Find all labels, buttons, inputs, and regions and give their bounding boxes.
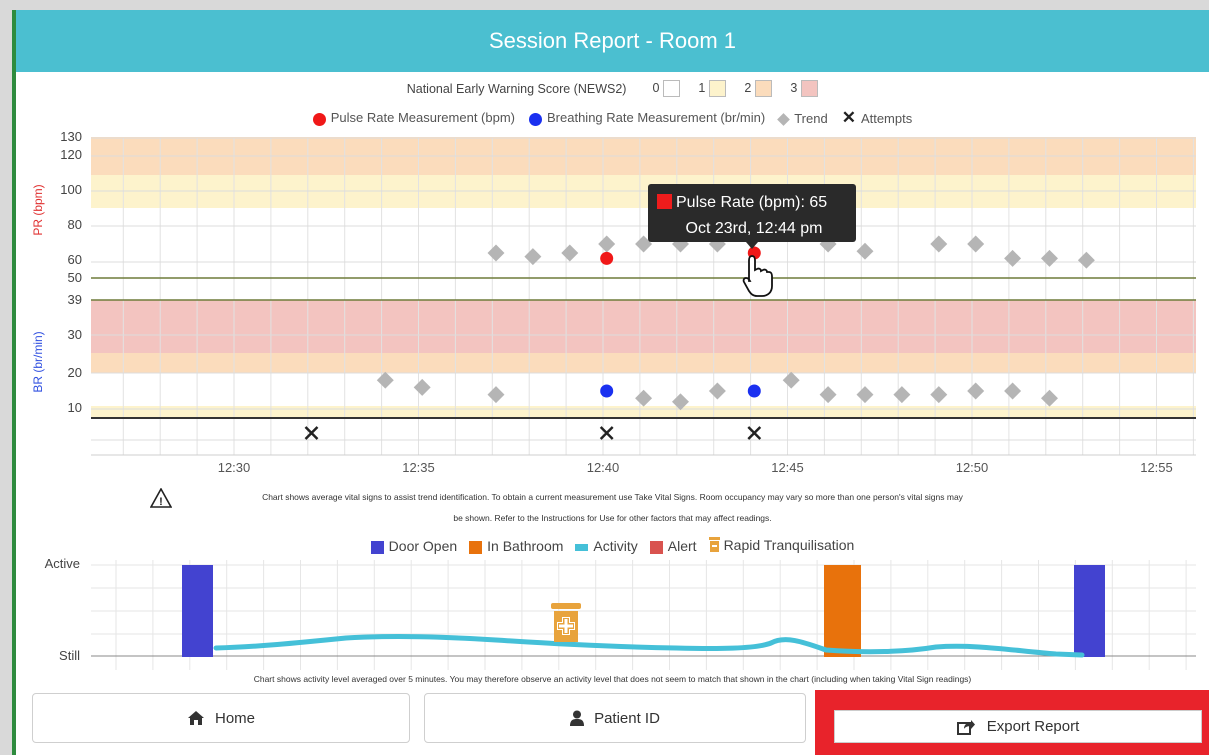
time-tick-label: 12:35 [402,460,435,475]
pr-tick-labels: 130 120 100 80 60 50 [60,129,82,285]
pr-trend-point[interactable] [598,235,616,253]
br-trend-point[interactable] [856,386,874,404]
measurement-tooltip: Pulse Rate (bpm): 65 Oct 23rd, 12:44 pm [648,184,856,249]
door-open-swatch [370,540,384,554]
patient-id-button-label: Patient ID [594,709,660,727]
activity-axis-active: Active [45,556,80,571]
alert-swatch [649,540,663,554]
br-trend-point[interactable] [893,386,911,404]
legend-rapid[interactable]: Rapid Tranquilisation [708,537,855,555]
pr-trend-point[interactable] [1077,251,1095,269]
time-tick-label: 12:40 [587,460,620,475]
br-trend-point[interactable] [1041,389,1058,407]
activity-legend: Door Open In Bathroom Activity Alert Rap… [16,537,1209,555]
br-tick-label: 10 [68,400,82,415]
rapid-tranquilisation-marker [551,603,581,642]
br-tick-label: 30 [68,327,82,342]
in-bathroom-bar [824,565,861,657]
br-measurement-point[interactable] [747,384,761,398]
br-tick-labels: 39 30 20 10 [68,292,82,415]
tooltip-date: Oct 23rd, 12:44 pm [686,220,823,237]
br-trend-point[interactable] [1004,382,1022,400]
door-open-bar [182,565,213,657]
vitals-chart[interactable]: PR (bpm) BR (br/min) 130 120 100 80 60 5… [16,10,1209,490]
export-highlight: Export Report [815,690,1209,755]
pr-trend-point[interactable] [487,244,505,262]
pr-tick-label: 130 [60,129,82,144]
home-icon [187,711,204,725]
time-tick-label: 12:50 [956,460,989,475]
pr-trend-point[interactable] [1041,249,1058,267]
legend-in-bathroom-label: In Bathroom [487,538,564,555]
legend-door-open-label: Door Open [388,538,458,555]
pr-trend-point[interactable] [930,235,948,253]
export-report-button-label: Export Report [986,718,1080,735]
pr-trend-point[interactable] [1004,249,1022,267]
br-band-score2 [91,353,1196,373]
pill-bottle-icon [708,537,720,555]
br-tick-label: 39 [68,292,82,307]
patient-id-button[interactable]: Patient ID [424,693,806,743]
time-tick-label: 12:45 [771,460,804,475]
pr-measurement-point[interactable] [600,251,614,265]
in-bathroom-swatch [469,540,483,554]
vitals-note-line2: be shown. Refer to the Instructions for … [453,513,772,523]
pr-tick-label: 50 [68,270,82,285]
legend-in-bathroom[interactable]: In Bathroom [469,538,563,554]
br-band-score3 [91,300,1196,353]
br-trend-point[interactable] [708,382,726,400]
time-tick-label: 12:30 [218,460,251,475]
attempt-marker[interactable] [747,426,762,440]
activity-chart[interactable]: Active Still [16,555,1209,685]
activity-note: Chart shows activity level averaged over… [253,674,972,684]
legend-alert-label: Alert [667,538,697,555]
br-tick-label: 20 [68,365,82,380]
legend-rapid-label: Rapid Tranquilisation [723,537,855,553]
vitals-note-line1: Chart shows average vital signs to assis… [262,492,963,502]
door-open-bar [1074,565,1105,657]
time-tick-labels: 12:30 12:35 12:40 12:45 12:50 12:55 [218,460,1173,475]
legend-activity[interactable]: Activity [575,538,638,555]
pr-tick-label: 60 [68,252,82,267]
attempt-marker[interactable] [304,426,319,440]
legend-alert[interactable]: Alert [649,538,697,555]
br-trend-point[interactable] [819,386,837,404]
br-band-score1-low [91,406,1196,418]
time-tick-label: 12:55 [1140,460,1173,475]
pr-trend-point[interactable] [967,235,985,253]
br-trend-point[interactable] [413,378,431,396]
legend-door-open[interactable]: Door Open [370,538,458,555]
pr-trend-point[interactable] [856,242,874,260]
attempt-marker[interactable] [599,426,614,440]
br-trend-point[interactable] [635,389,653,407]
pr-tick-label: 120 [60,147,82,162]
br-measurement-point[interactable] [600,384,614,398]
pr-axis-label: PR (bpm) [31,184,45,235]
activity-line [213,634,1085,658]
br-trend-point[interactable] [967,382,985,400]
pr-tick-label: 100 [60,182,82,197]
pr-trend-point[interactable] [524,248,542,266]
activity-swatch [575,543,589,551]
home-button[interactable]: Home [32,693,410,743]
activity-axis-still: Still [59,648,80,663]
session-report-window: Session Report - Room 1 National Early W… [12,10,1209,755]
br-trend-point[interactable] [376,371,394,389]
pr-trend-point[interactable] [561,244,579,262]
br-trend-point[interactable] [782,371,800,389]
export-report-button[interactable]: Export Report [834,710,1202,743]
br-axis-label: BR (br/min) [31,331,45,392]
tooltip-red-square-icon [657,194,672,209]
export-icon [956,719,975,735]
br-trend-point[interactable] [930,386,948,404]
pr-tick-label: 80 [68,217,82,232]
legend-activity-label: Activity [593,538,638,555]
tooltip-value: Pulse Rate (bpm): 65 [676,194,827,211]
home-button-label: Home [214,709,255,727]
user-icon [570,710,585,726]
br-trend-point[interactable] [487,386,505,404]
